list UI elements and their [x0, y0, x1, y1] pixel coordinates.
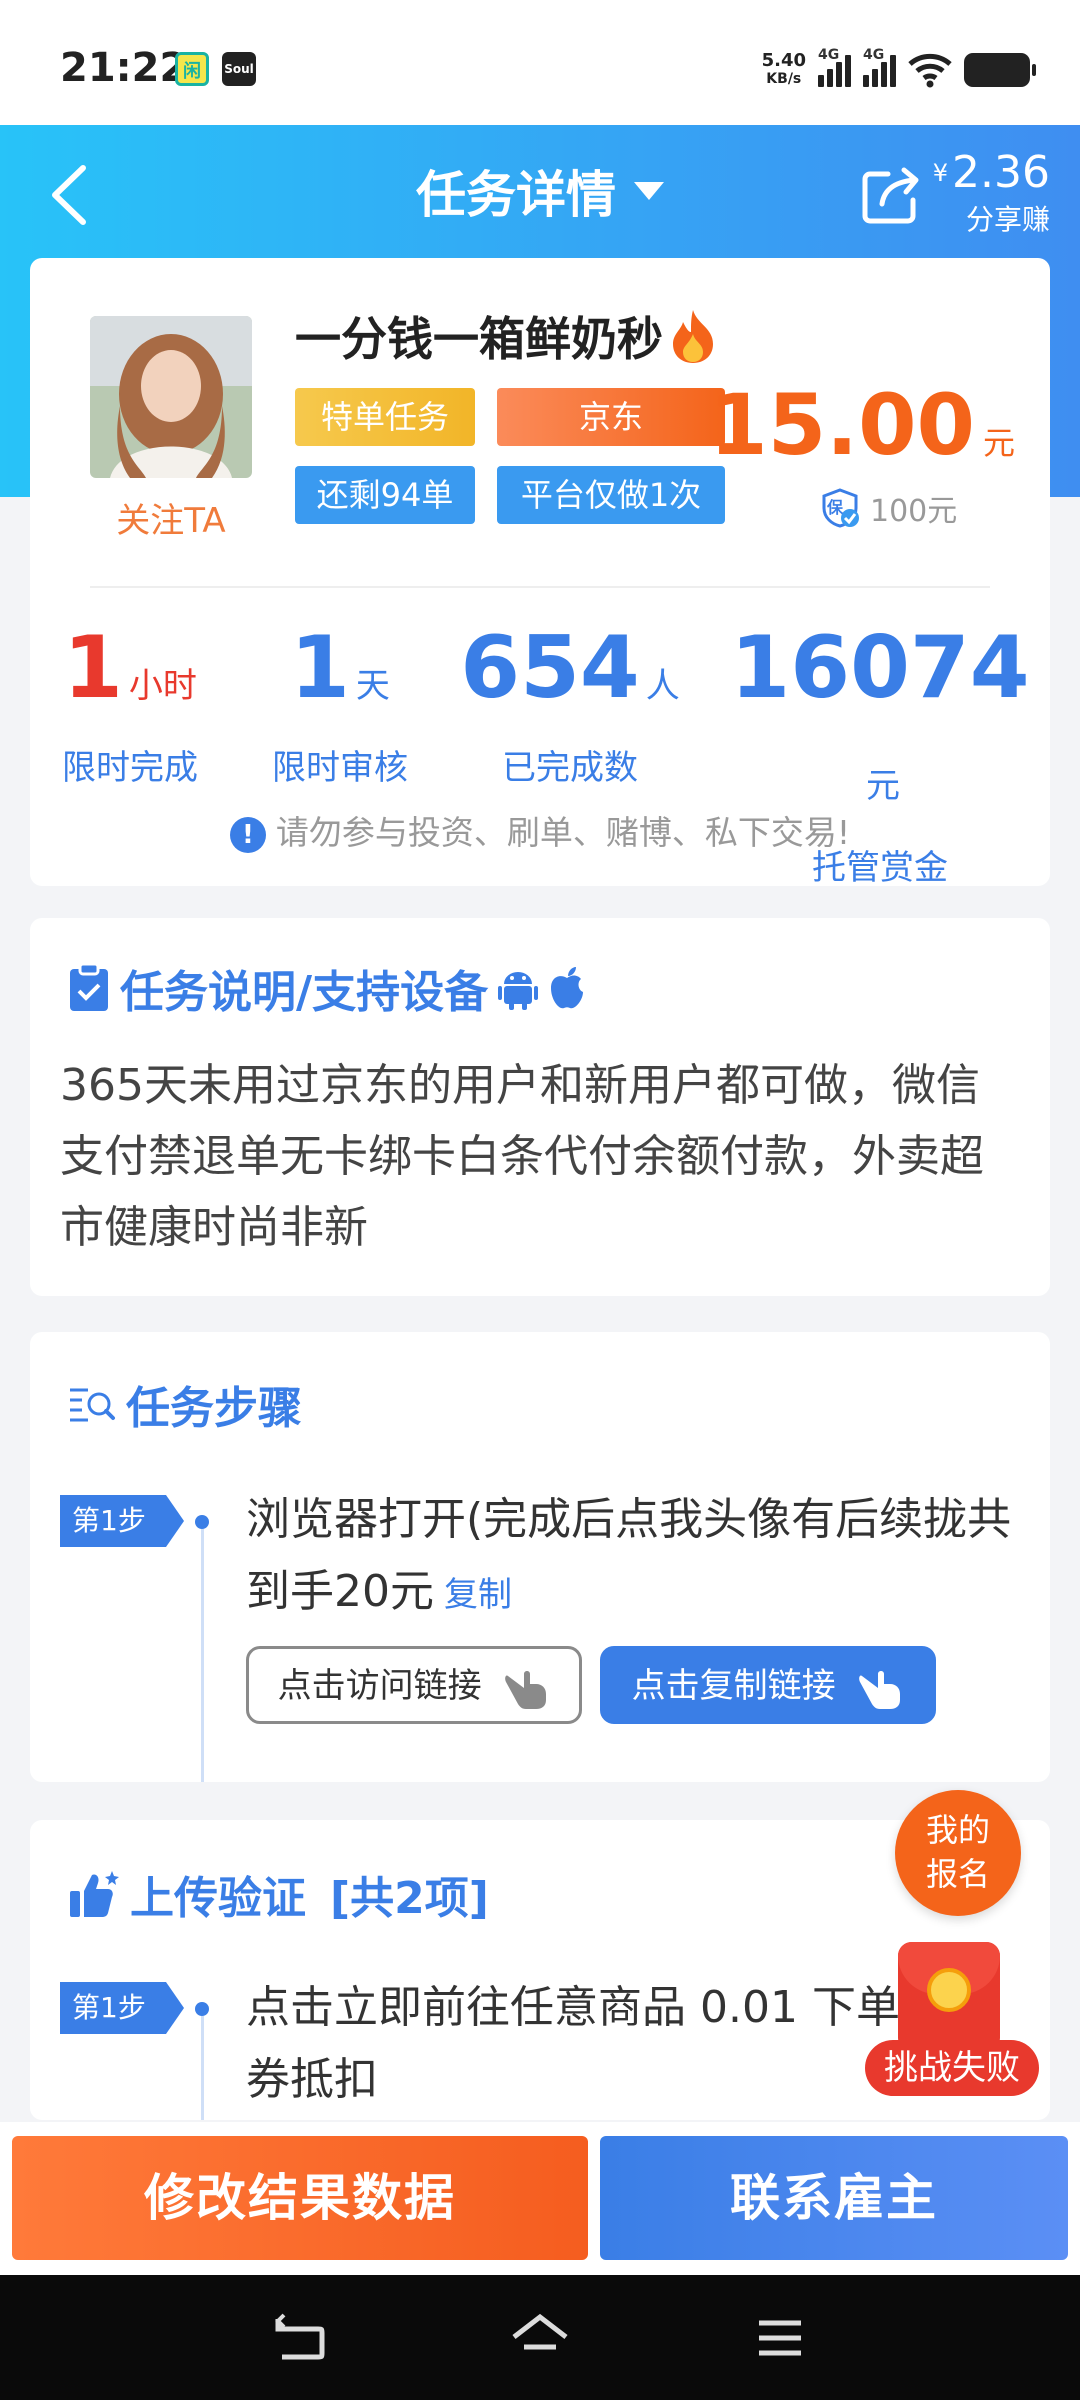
avatar-image	[90, 316, 252, 478]
stat-review-limit: 1天 限时审核	[272, 618, 408, 788]
step-text: 浏览器打开(完成后点我头像有后续拢共到手20元 复制	[246, 1494, 1012, 1617]
menu-nav-icon[interactable]	[755, 2313, 805, 2363]
back-nav-icon[interactable]	[272, 2313, 328, 2363]
avatar[interactable]	[90, 316, 252, 478]
task-steps-card: 任务步骤 第1步 浏览器打开(完成后点我头像有后续拢共到手20元 复制 点击访问链…	[30, 1332, 1050, 1782]
pointing-hand-icon	[859, 1670, 901, 1709]
my-registration-button[interactable]: 我的 报名	[895, 1790, 1021, 1916]
info-icon: !	[229, 816, 266, 853]
xianyu-app-icon: 闲	[175, 52, 209, 86]
upload-title: 上传验证 [共2项]	[68, 1862, 489, 1926]
task-summary-card: 关注TA 一分钱一箱鲜奶秒 特单任务 京东 还剩94单 平台仅做1次 15.00…	[30, 258, 1050, 888]
step-badge: 第1步	[60, 1982, 184, 2034]
net-speed: 5.40 KB/s	[761, 50, 806, 88]
modify-result-button[interactable]: 修改结果数据	[12, 2136, 588, 2260]
steps-title: 任务步骤	[68, 1372, 302, 1436]
task-name: 一分钱一箱鲜奶秒	[295, 303, 717, 369]
soul-app-icon: Soul	[222, 52, 256, 86]
step-badge: 第1步	[60, 1495, 184, 1547]
red-packet-icon[interactable]	[898, 1942, 1000, 2052]
reward-price: 15.00 元	[709, 376, 1015, 474]
clipboard-icon	[70, 963, 108, 1011]
status-time: 21:22	[60, 45, 188, 91]
share-icon	[862, 167, 919, 224]
step-timeline	[201, 2016, 204, 2120]
android-icon	[498, 972, 539, 1010]
follow-button[interactable]: 关注TA	[90, 493, 252, 542]
caret-down-icon	[634, 182, 664, 200]
bottom-action-bar: 修改结果数据 联系雇主	[0, 2122, 1080, 2275]
visit-link-button[interactable]: 点击访问链接	[246, 1646, 582, 1724]
tag-remaining-orders: 还剩94单	[295, 466, 475, 524]
home-nav-icon[interactable]	[510, 2313, 570, 2363]
step-dot	[195, 2002, 209, 2016]
divider	[90, 586, 990, 588]
copy-link-button[interactable]: 点击复制链接	[600, 1646, 936, 1724]
battery-icon	[964, 53, 1036, 87]
thumbs-up-icon	[70, 1871, 119, 1917]
signal-icon: 4G	[863, 47, 896, 87]
step-timeline	[201, 1529, 204, 1782]
challenge-fail-badge[interactable]: 挑战失败	[865, 2040, 1039, 2096]
status-bar: 21:22 闲 Soul 5.40 KB/s 4G 4G	[0, 0, 1080, 125]
apple-icon	[551, 967, 584, 1009]
tag-platform-jd: 京东	[497, 388, 725, 446]
tag-special-task: 特单任务	[295, 388, 475, 446]
description-text: 365天未用过京东的用户和新用户都可做，微信支付禁退单无卡绑卡白条代付余额付款，…	[60, 1060, 984, 1253]
status-right-icons: 5.40 KB/s 4G 4G	[761, 47, 1036, 92]
stat-time-limit: 1 小时 限时完成	[62, 618, 198, 788]
share-label: 分享赚	[965, 203, 1050, 236]
warning-notice: ! 请勿参与投资、刷单、赌博、私下交易!	[30, 806, 1050, 854]
copy-text-link[interactable]: 复制	[444, 1575, 512, 1615]
fire-icon	[673, 310, 713, 363]
description-title: 任务说明/支持设备	[68, 956, 586, 1020]
stat-completed-count: 654 人 已完成数	[460, 618, 680, 788]
deposit-info: 保 100元	[820, 486, 957, 530]
wifi-icon	[908, 53, 952, 88]
pointing-hand-icon	[505, 1670, 547, 1709]
share-earn-button[interactable]: ¥2.36 分享赚	[860, 150, 1050, 240]
search-list-icon	[70, 1388, 115, 1422]
tag-once-only: 平台仅做1次	[497, 466, 725, 524]
task-description-card: 任务说明/支持设备 365天未用过京东的用户和新用户都可做，微信支付禁退单无卡绑…	[30, 918, 1050, 1296]
system-nav-bar	[0, 2275, 1080, 2400]
share-amount: ¥2.36	[932, 147, 1050, 198]
page-title-text: 任务详情	[416, 166, 616, 224]
shield-check-icon: 保	[820, 488, 860, 528]
signal-icon: 4G	[818, 47, 851, 87]
step-dot	[195, 1515, 209, 1529]
contact-employer-button[interactable]: 联系雇主	[600, 2136, 1068, 2260]
